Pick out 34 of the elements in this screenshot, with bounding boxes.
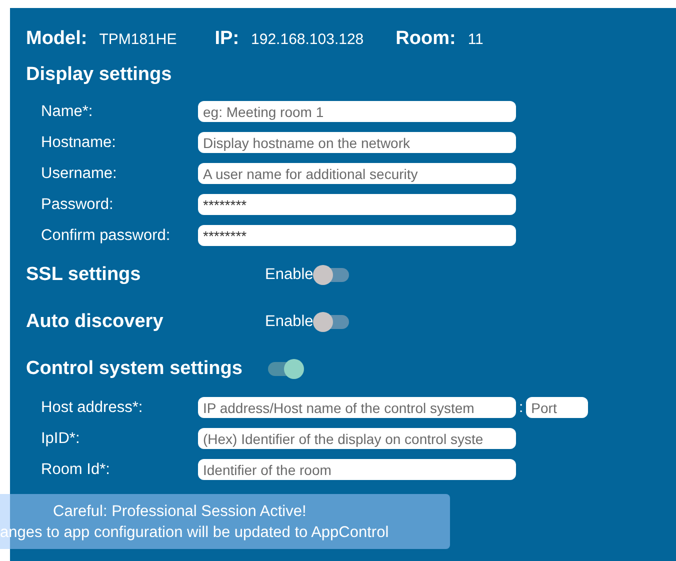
header-label: Room: [396, 28, 456, 50]
field-label: Room Id*: [41, 460, 111, 478]
input-field[interactable]: (Hex) Identifier of the display on control syste [198, 428, 516, 449]
input-field[interactable]: eg: Meeting room 1 [198, 101, 516, 122]
field-label: Username: [41, 164, 118, 182]
toast-message: Careful: Professional Session Active! [53, 503, 306, 521]
header-label: IP: [214, 28, 240, 50]
input-field[interactable]: Identifier of the room [198, 459, 516, 480]
toggle-switch[interactable] [268, 362, 302, 376]
field-label: Name*: [41, 102, 94, 120]
field-label: Confirm password: [41, 226, 172, 244]
input-field[interactable]: A user name for additional security [198, 163, 516, 184]
input-field[interactable]: ******** [198, 194, 516, 215]
header-value: 192.168.103.128 [251, 31, 364, 48]
field-label: Hostname: [41, 134, 117, 152]
field-label: Host address*: [41, 398, 144, 416]
section-title: Auto discovery [26, 310, 164, 332]
toggle-switch[interactable] [315, 314, 350, 328]
field-label: Password: [41, 196, 114, 214]
input-field[interactable]: ******** [198, 225, 516, 246]
toggle-switch[interactable] [315, 268, 350, 282]
port-field[interactable]: Port [526, 397, 588, 418]
input-field[interactable]: IP address/Host name of the control system [198, 397, 516, 418]
field-label: IpID*: [41, 430, 81, 448]
toggle-label: Enable [265, 266, 314, 284]
header-value: TPM181HE [99, 31, 177, 48]
toggle-label: Enable [265, 312, 314, 330]
input-field[interactable]: Display hostname on the network [198, 132, 516, 153]
separator-colon: : [519, 399, 524, 416]
section-title: Display settings [26, 64, 173, 87]
header-label: Model: [26, 28, 88, 50]
header-value: 11 [468, 31, 484, 48]
section-title: Control system settings [26, 358, 242, 380]
section-title: SSL settings [26, 264, 142, 286]
